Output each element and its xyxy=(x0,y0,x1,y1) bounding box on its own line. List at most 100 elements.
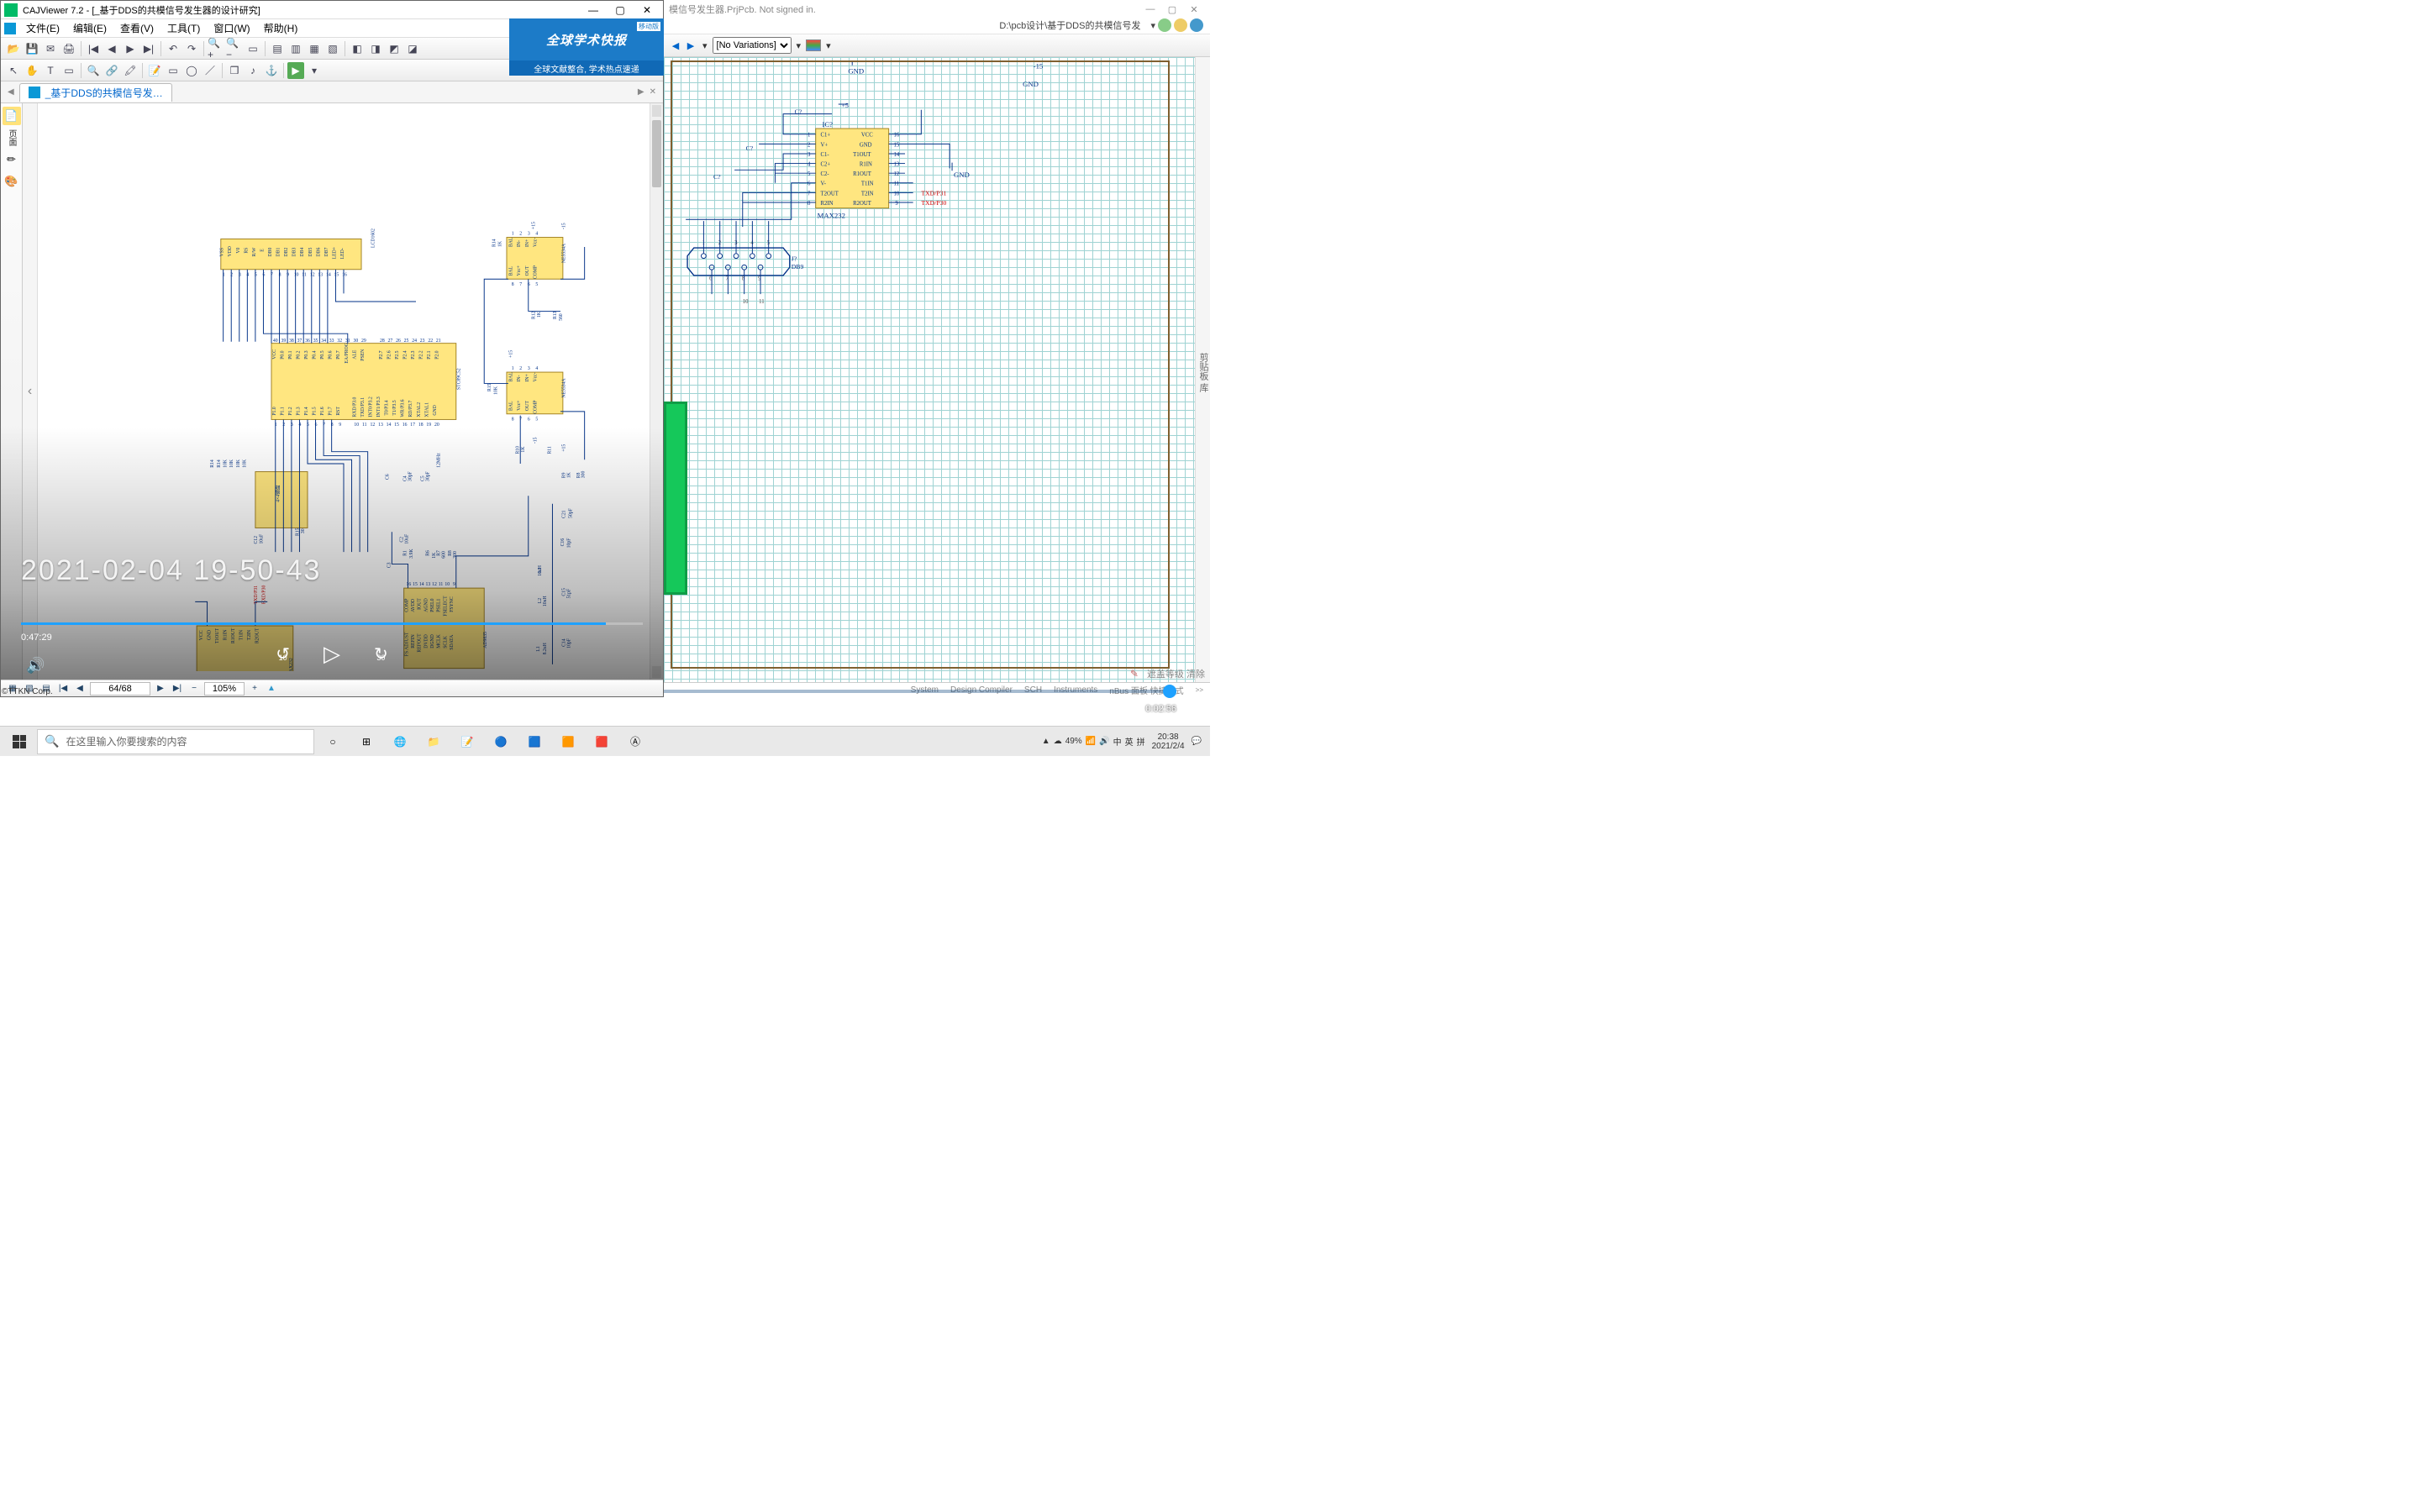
tb-highlight[interactable]: 🖍 xyxy=(122,62,139,79)
menu-edit[interactable]: 编辑(E) xyxy=(66,19,113,37)
vertical-scrollbar[interactable] xyxy=(650,103,663,680)
document-canvas[interactable]: STC89C52 4×4键盘 AD9835 MAX232 NE5534A NE5… xyxy=(38,103,650,680)
tb-misc2[interactable]: ◨ xyxy=(367,40,384,57)
tb-right[interactable]: ▶ xyxy=(684,39,697,52)
ime-lang3[interactable]: 拼 xyxy=(1137,735,1145,748)
app-notepad[interactable]: 📝 xyxy=(452,729,482,754)
tb-first[interactable]: |◀ xyxy=(85,40,102,57)
tb-left[interactable]: ◀ xyxy=(669,39,682,52)
tray-volume-icon[interactable]: 🔊 xyxy=(1099,737,1109,746)
window-close[interactable]: ✕ xyxy=(634,2,660,18)
sidebar-page-panel[interactable]: 📄 xyxy=(3,107,21,125)
collapse-handle[interactable]: ‹ xyxy=(23,103,38,680)
tb-color[interactable] xyxy=(806,39,821,51)
altium-schematic-canvas[interactable]: GND -15 GND +5 IC? MAX232 C? C? xyxy=(664,57,1195,682)
menu-file[interactable]: 文件(E) xyxy=(19,19,66,37)
tb-save[interactable]: 💾 xyxy=(24,40,40,57)
tb-zoomout[interactable]: 🔍− xyxy=(226,40,243,57)
menu-window[interactable]: 窗口(W) xyxy=(207,19,256,37)
status-upload[interactable]: ▲ xyxy=(265,682,278,696)
tb-layout2[interactable]: ▥ xyxy=(287,40,304,57)
zoom-out[interactable]: − xyxy=(187,682,201,696)
tb-last[interactable]: ▶| xyxy=(140,40,157,57)
volume-icon[interactable]: 🔊 xyxy=(26,657,45,675)
app-altium[interactable]: Ⓐ xyxy=(620,729,650,754)
video-progress[interactable] xyxy=(21,622,643,625)
tb-undo[interactable]: ↶ xyxy=(165,40,182,57)
tb-layout3[interactable]: ▦ xyxy=(306,40,323,57)
tb-more[interactable]: ▾ xyxy=(306,62,323,79)
tb-next[interactable]: ▶ xyxy=(122,40,139,57)
tab-close[interactable]: ✕ xyxy=(650,87,656,97)
page-first[interactable]: |◀ xyxy=(56,682,70,696)
app-edge[interactable]: 🌐 xyxy=(385,729,415,754)
nav-back-icon[interactable] xyxy=(1158,18,1171,32)
tb-misc1[interactable]: ◧ xyxy=(349,40,366,57)
ime-lang2[interactable]: 英 xyxy=(1125,735,1134,748)
doc-tab[interactable]: _基于DDS的共模信号发… xyxy=(19,83,172,102)
status-instruments[interactable]: Instruments xyxy=(1054,685,1097,695)
altium-close[interactable]: ✕ xyxy=(1183,4,1205,15)
tab-scroll-right[interactable]: ▶ xyxy=(638,87,644,97)
tb-link[interactable]: 🔗 xyxy=(103,62,120,79)
tab-scroll-left[interactable]: ◀ xyxy=(8,87,14,97)
tb-print[interactable]: 🖨 xyxy=(60,40,77,57)
tb-misc3[interactable]: ◩ xyxy=(386,40,402,57)
tb-green[interactable]: ▶ xyxy=(287,62,304,79)
tb-layout1[interactable]: ▤ xyxy=(269,40,286,57)
tray-notifications-icon[interactable]: 💬 xyxy=(1192,737,1202,746)
zoom-field[interactable] xyxy=(204,682,245,696)
scroll-thumb[interactable] xyxy=(652,120,661,187)
tb-note[interactable]: 📝 xyxy=(146,62,163,79)
nav-fwd-icon[interactable] xyxy=(1174,18,1187,32)
sidebar-edit-panel[interactable]: ✏ xyxy=(3,150,21,169)
tb-circle[interactable]: ◯ xyxy=(183,62,200,79)
status-designcompiler[interactable]: Design Compiler xyxy=(950,685,1013,695)
page-next[interactable]: ▶ xyxy=(154,682,167,696)
tb-layout4[interactable]: ▧ xyxy=(324,40,341,57)
tb-fit[interactable]: ▭ xyxy=(245,40,261,57)
tb-dd2[interactable]: ▾ xyxy=(797,40,802,51)
tb-line[interactable]: ／ xyxy=(202,62,218,79)
app-generic1[interactable]: 🔵 xyxy=(486,729,516,754)
altium-maximize[interactable]: ▢ xyxy=(1161,4,1183,15)
tb-pointer[interactable]: ↖ xyxy=(5,62,22,79)
tb-prev[interactable]: ◀ xyxy=(103,40,120,57)
tray-wifi-icon[interactable]: 📶 xyxy=(1086,737,1096,746)
window-minimize[interactable]: — xyxy=(581,2,606,18)
menu-help[interactable]: 帮助(H) xyxy=(257,19,305,37)
window-maximize[interactable]: ▢ xyxy=(608,2,633,18)
status-more[interactable]: >> xyxy=(1196,686,1203,694)
tb-search[interactable]: 🔍 xyxy=(85,62,102,79)
tray-datetime[interactable]: 20:38 2021/2/4 xyxy=(1149,732,1188,751)
tb-text[interactable]: T xyxy=(42,62,59,79)
page-field[interactable] xyxy=(90,682,150,696)
tb-hand[interactable]: ✋ xyxy=(24,62,40,79)
page-last[interactable]: ▶| xyxy=(171,682,184,696)
variation-select[interactable]: [No Variations] xyxy=(713,37,792,54)
nav-home-icon[interactable] xyxy=(1190,18,1203,32)
zoom-in[interactable]: + xyxy=(248,682,261,696)
tray-expand[interactable]: ▲ xyxy=(1042,737,1050,746)
tb-select[interactable]: ▭ xyxy=(60,62,77,79)
cnki-banner[interactable]: 全球学术快报 移动版 xyxy=(509,18,664,60)
cortana-icon[interactable]: ○ xyxy=(318,729,348,754)
scroll-up[interactable] xyxy=(652,105,661,117)
menu-tools[interactable]: 工具(T) xyxy=(160,19,207,37)
tray-cloud-icon[interactable]: ☁ xyxy=(1054,737,1062,746)
tb-open[interactable]: 📂 xyxy=(5,40,22,57)
tb-anchor[interactable]: ⚓ xyxy=(263,62,280,79)
start-button[interactable] xyxy=(5,730,34,753)
battery-level[interactable]: 49% xyxy=(1065,737,1082,746)
tb-misc4[interactable]: ◪ xyxy=(404,40,421,57)
ime-lang1[interactable]: 中 xyxy=(1113,735,1122,748)
tb-3d[interactable]: ❒ xyxy=(226,62,243,79)
taskview-icon[interactable]: ⊞ xyxy=(351,729,381,754)
tb-rect[interactable]: ▭ xyxy=(165,62,182,79)
tb-mail[interactable]: ✉ xyxy=(42,40,59,57)
app-generic3[interactable]: 🟧 xyxy=(553,729,583,754)
altium-side-panel[interactable]: 剪贴板 库 xyxy=(1195,57,1210,682)
tb-music[interactable]: ♪ xyxy=(245,62,261,79)
tb-zoomin[interactable]: 🔍+ xyxy=(208,40,224,57)
tb-dd1[interactable]: ▾ xyxy=(702,40,708,51)
